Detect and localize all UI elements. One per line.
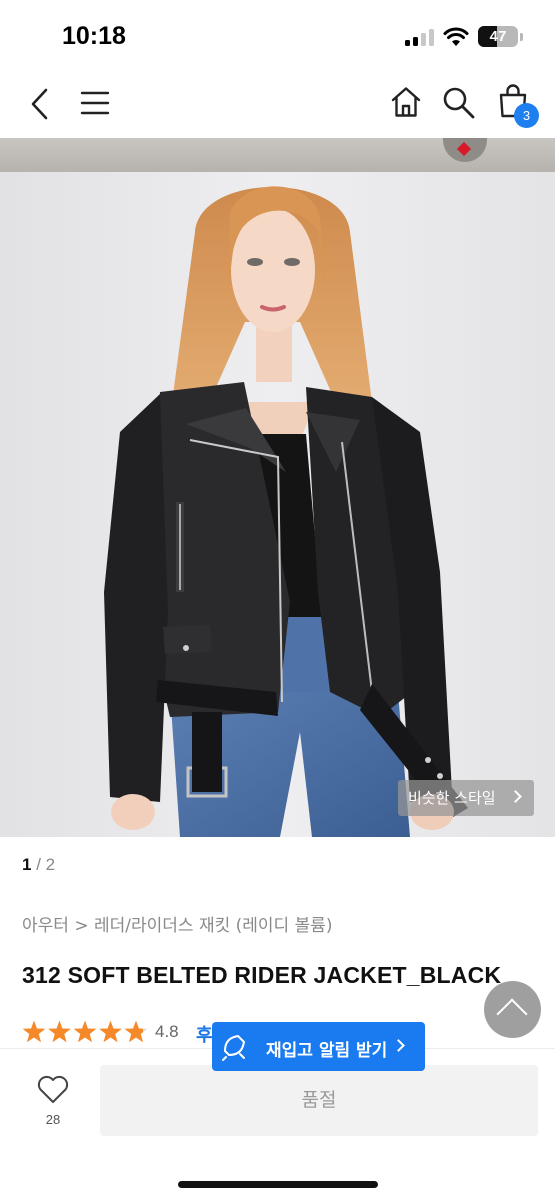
cellular-signal-icon: [405, 28, 435, 46]
review-link[interactable]: 후: [196, 1021, 213, 1047]
search-icon[interactable]: [442, 86, 475, 119]
bell-notification-icon: [222, 1035, 245, 1061]
previous-banner-strip: [0, 138, 555, 172]
heart-icon: [443, 138, 487, 162]
menu-icon[interactable]: [80, 90, 110, 116]
status-bar: 10:18 47: [0, 0, 555, 70]
scroll-to-top-button[interactable]: [484, 981, 541, 1038]
model-illustration: [0, 172, 555, 837]
sold-out-button[interactable]: 품절: [100, 1065, 538, 1136]
total-pages: 2: [45, 855, 56, 874]
product-image[interactable]: [0, 172, 555, 837]
similar-style-label: 비슷한 스타일: [408, 789, 496, 807]
battery-icon: 47: [478, 26, 518, 47]
back-icon[interactable]: [30, 88, 50, 120]
wishlist-count: 28: [45, 1112, 61, 1127]
status-time: 10:18: [62, 22, 126, 50]
home-icon[interactable]: [390, 86, 422, 118]
star-icon: [73, 1020, 97, 1043]
page-separator: /: [31, 855, 46, 874]
battery-percent: 47: [489, 28, 507, 45]
heart-outline-icon: [37, 1075, 69, 1103]
rating-value: 4.8: [155, 1022, 179, 1041]
star-icon: [124, 1020, 148, 1043]
similar-style-button[interactable]: 비슷한 스타일: [398, 780, 534, 816]
chevron-right-icon: [392, 1039, 405, 1052]
product-title: 312 SOFT BELTED RIDER JACKET_BLACK: [22, 962, 502, 988]
star-icon: [22, 1020, 46, 1043]
top-nav-bar: [0, 70, 555, 138]
rating-stars: [22, 1020, 148, 1043]
restock-alert-button[interactable]: 재입고 알림 받기: [212, 1022, 425, 1071]
home-indicator[interactable]: [178, 1181, 378, 1188]
wifi-icon: [443, 27, 469, 46]
chevron-right-icon: [509, 790, 522, 803]
restock-alert-label: 재입고 알림 받기: [266, 1041, 388, 1061]
battery-cap: [520, 33, 523, 41]
wishlist-button[interactable]: 28: [30, 1072, 76, 1132]
cart-count-badge: 3: [514, 103, 539, 128]
category-breadcrumb[interactable]: 아우터 > 레더/라이더스 재킷 (레이디 볼륨): [22, 911, 333, 936]
star-icon: [99, 1020, 122, 1043]
image-pager: 1 / 2: [22, 855, 55, 875]
star-icon: [48, 1020, 71, 1043]
